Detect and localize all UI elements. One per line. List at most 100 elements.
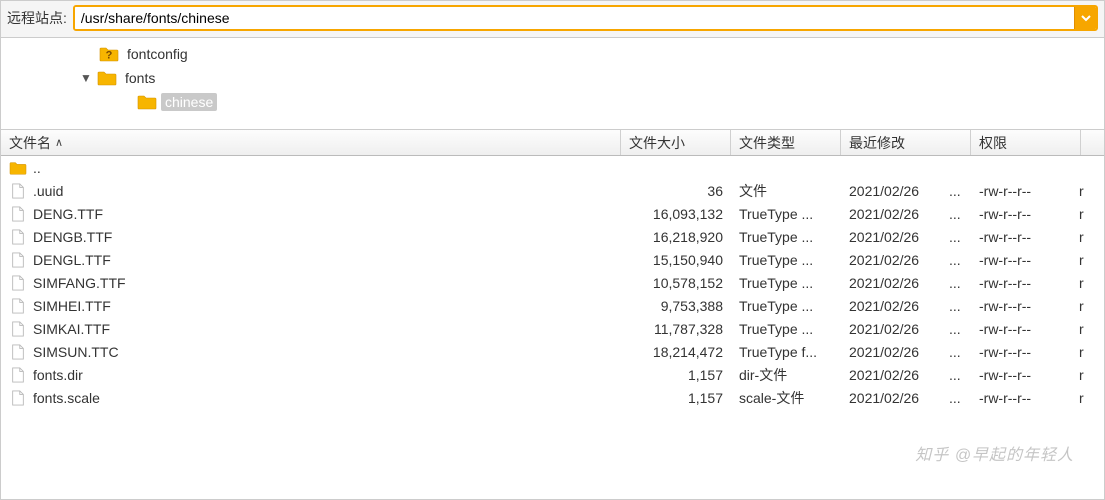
file-row[interactable]: fonts.scale1,157scale-文件2021/02/26...-rw…: [1, 386, 1104, 409]
file-date-cell: 2021/02/26: [841, 321, 941, 337]
file-size-cell: 11,787,328: [621, 321, 731, 337]
sort-asc-icon: ∧: [55, 136, 63, 149]
file-date-more-cell: ...: [941, 229, 971, 245]
file-row[interactable]: SIMFANG.TTF 10,578,152TrueType ...2021/02…: [1, 271, 1104, 294]
file-name-label: SIMSUN.TTC: [33, 344, 119, 360]
tree-item-fonts[interactable]: ▼ fonts: [1, 66, 1104, 90]
file-type-cell: scale-文件: [731, 388, 841, 408]
file-perm-cell: -rw-r--r--: [971, 390, 1071, 406]
file-name-cell: fonts.dir: [1, 366, 621, 384]
file-type-cell: 文件: [731, 181, 841, 201]
remote-tree-panel[interactable]: ▶ fontconfig ▼ fonts ▶ chinese: [1, 38, 1104, 130]
tree-item-fontconfig[interactable]: ▶ fontconfig: [1, 42, 1104, 66]
column-header-name[interactable]: 文件名 ∧: [1, 130, 621, 155]
file-name-label: SIMFANG.TTF: [33, 275, 126, 291]
file-type-cell: TrueType ...: [731, 275, 841, 291]
file-name-cell: DENGL.TTF: [1, 251, 621, 269]
file-name-cell: .uuid: [1, 182, 621, 200]
file-owner-cell: r: [1071, 344, 1087, 360]
path-dropdown-button[interactable]: [1074, 7, 1096, 29]
file-size-cell: 1,157: [621, 367, 731, 383]
file-icon: [9, 389, 27, 407]
file-icon: [9, 320, 27, 338]
file-type-cell: TrueType f...: [731, 344, 841, 360]
file-row[interactable]: DENGB.TTF16,218,920TrueType ...2021/02/2…: [1, 225, 1104, 248]
file-row[interactable]: SIMKAI.TTF11,787,328TrueType ...2021/02/…: [1, 317, 1104, 340]
file-date-cell: 2021/02/26: [841, 252, 941, 268]
file-date-more-cell: ...: [941, 321, 971, 337]
file-date-more-cell: ...: [941, 183, 971, 199]
file-size-cell: 15,150,940: [621, 252, 731, 268]
file-type-cell: TrueType ...: [731, 321, 841, 337]
file-date-more-cell: ...: [941, 206, 971, 222]
folder-icon: [97, 69, 117, 87]
file-name-label: DENG.TTF: [33, 206, 103, 222]
file-size-cell: 16,218,920: [621, 229, 731, 245]
file-date-cell: 2021/02/26: [841, 275, 941, 291]
file-row[interactable]: fonts.dir1,157dir-文件2021/02/26...-rw-r--…: [1, 363, 1104, 386]
file-row[interactable]: SIMHEI.TTF9,753,388TrueType ...2021/02/2…: [1, 294, 1104, 317]
file-icon: [9, 274, 27, 292]
file-perm-cell: -rw-r--r--: [971, 206, 1071, 222]
file-row[interactable]: DENG.TTF16,093,132TrueType ...2021/02/26…: [1, 202, 1104, 225]
file-name-cell: ..: [1, 159, 621, 177]
file-type-cell: TrueType ...: [731, 206, 841, 222]
file-name-cell: SIMFANG.TTF: [1, 274, 621, 292]
file-name-label: DENGB.TTF: [33, 229, 112, 245]
column-header-size[interactable]: 文件大小: [621, 130, 731, 155]
file-icon: [9, 182, 27, 200]
file-perm-cell: -rw-r--r--: [971, 275, 1071, 291]
column-header-label: 文件大小: [629, 133, 685, 153]
file-name-cell: fonts.scale: [1, 389, 621, 407]
file-row[interactable]: .uuid36文件2021/02/26...-rw-r--r--r: [1, 179, 1104, 202]
file-list[interactable]: ...uuid36文件2021/02/26...-rw-r--r--rDENG.…: [1, 156, 1104, 409]
file-owner-cell: r: [1071, 183, 1087, 199]
file-date-more-cell: ...: [941, 298, 971, 314]
file-date-more-cell: ...: [941, 252, 971, 268]
file-date-cell: 2021/02/26: [841, 229, 941, 245]
file-name-cell: SIMKAI.TTF: [1, 320, 621, 338]
file-perm-cell: -rw-r--r--: [971, 344, 1071, 360]
file-icon: [9, 343, 27, 361]
file-size-cell: 18,214,472: [621, 344, 731, 360]
file-perm-cell: -rw-r--r--: [971, 252, 1071, 268]
file-icon: [9, 251, 27, 269]
file-date-more-cell: ...: [941, 390, 971, 406]
file-icon: [9, 205, 27, 223]
file-perm-cell: -rw-r--r--: [971, 321, 1071, 337]
file-date-cell: 2021/02/26: [841, 206, 941, 222]
chevron-down-icon: [1080, 12, 1092, 24]
file-row[interactable]: ..: [1, 156, 1104, 179]
tree-item-label: chinese: [161, 93, 217, 111]
file-date-cell: 2021/02/26: [841, 298, 941, 314]
folder-icon: [137, 93, 157, 111]
path-bar: 远程站点:: [1, 1, 1104, 38]
tree-item-chinese[interactable]: ▶ chinese: [1, 90, 1104, 114]
column-header-type[interactable]: 文件类型: [731, 130, 841, 155]
file-name-cell: DENG.TTF: [1, 205, 621, 223]
column-header-label: 文件名: [9, 133, 51, 153]
tree-expand-icon[interactable]: ▼: [79, 71, 93, 85]
file-owner-cell: r: [1071, 321, 1087, 337]
file-row[interactable]: SIMSUN.TTC18,214,472TrueType f...2021/02…: [1, 340, 1104, 363]
file-size-cell: 10,578,152: [621, 275, 731, 291]
column-header-label: 权限: [979, 133, 1007, 153]
file-date-cell: 2021/02/26: [841, 183, 941, 199]
file-type-cell: TrueType ...: [731, 252, 841, 268]
file-type-cell: TrueType ...: [731, 298, 841, 314]
path-field: [73, 5, 1098, 31]
column-header-perm[interactable]: 权限: [971, 130, 1081, 155]
file-owner-cell: r: [1071, 275, 1087, 291]
file-name-label: fonts.scale: [33, 390, 100, 406]
file-perm-cell: -rw-r--r--: [971, 183, 1071, 199]
file-name-cell: SIMSUN.TTC: [1, 343, 621, 361]
file-row[interactable]: DENGL.TTF15,150,940TrueType ...2021/02/2…: [1, 248, 1104, 271]
file-size-cell: 1,157: [621, 390, 731, 406]
column-header-date[interactable]: 最近修改: [841, 130, 971, 155]
file-date-more-cell: ...: [941, 275, 971, 291]
file-owner-cell: r: [1071, 390, 1087, 406]
path-input[interactable]: [75, 7, 1074, 29]
file-perm-cell: -rw-r--r--: [971, 298, 1071, 314]
file-owner-cell: r: [1071, 206, 1087, 222]
file-type-cell: dir-文件: [731, 365, 841, 385]
